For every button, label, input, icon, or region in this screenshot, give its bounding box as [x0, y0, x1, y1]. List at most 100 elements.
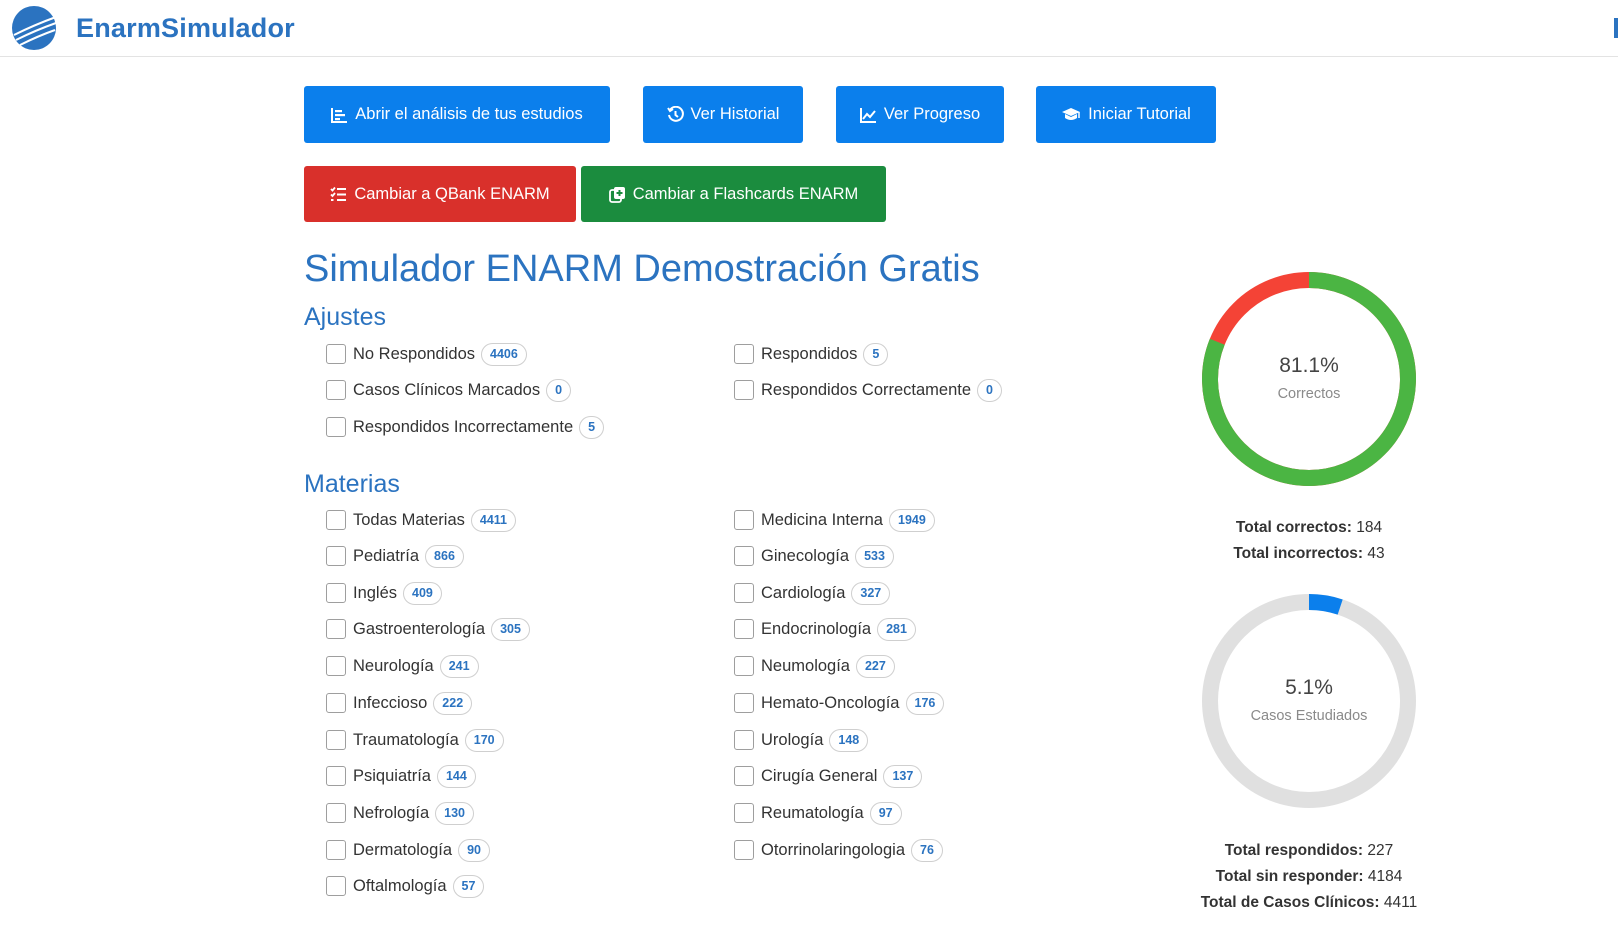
materia-option[interactable]: Nefrología 130	[326, 800, 474, 826]
checkbox[interactable]	[326, 583, 346, 603]
line-chart-icon	[859, 107, 876, 123]
history-button[interactable]: Ver Historial	[643, 86, 803, 143]
checkbox[interactable]	[734, 546, 754, 566]
ajustes-option-no-respondidos[interactable]: No Respondidos 4406	[326, 341, 527, 367]
checkbox[interactable]	[734, 803, 754, 823]
materia-option[interactable]: Endocrinología 281	[734, 616, 916, 642]
option-label: Todas Materias	[353, 510, 465, 529]
checkbox[interactable]	[326, 766, 346, 786]
option-label: Nefrología	[353, 803, 430, 822]
checkbox[interactable]	[326, 510, 346, 530]
donut-remainder-arc	[1202, 594, 1416, 808]
materia-option[interactable]: Psiquiatría 144	[326, 763, 476, 789]
tasks-icon	[330, 186, 347, 201]
option-label: Hemato-Oncología	[761, 693, 900, 712]
materia-option[interactable]: Inglés 409	[326, 580, 442, 606]
checkbox[interactable]	[734, 730, 754, 750]
checkbox[interactable]	[734, 656, 754, 676]
materia-option[interactable]: Urología 148	[734, 727, 869, 753]
checkbox[interactable]	[734, 344, 754, 364]
materia-option[interactable]: Reumatología 97	[734, 800, 902, 826]
materia-option[interactable]: Neurología 241	[326, 653, 479, 679]
option-label: Urología	[761, 730, 824, 749]
checkbox[interactable]	[734, 380, 754, 400]
brand-name[interactable]: EnarmSimulador	[76, 13, 295, 44]
checkbox[interactable]	[734, 840, 754, 860]
progress-button[interactable]: Ver Progreso	[836, 86, 1004, 143]
option-label: Gastroenterología	[353, 619, 486, 638]
checkbox[interactable]	[326, 803, 346, 823]
total-cases-line: Total de Casos Clínicos: 4411	[1144, 894, 1474, 912]
count-badge: 281	[877, 617, 916, 641]
materia-option[interactable]: Neumología 227	[734, 653, 895, 679]
tutorial-button-label: Iniciar Tutorial	[1088, 105, 1191, 123]
materia-option[interactable]: Otorrinolaringologia 76	[734, 837, 943, 863]
history-button-label: Ver Historial	[690, 105, 780, 123]
materia-option[interactable]: Traumatología 170	[326, 727, 504, 753]
flashcards-button[interactable]: Cambiar a Flashcards ENARM	[581, 166, 886, 222]
checkbox[interactable]	[326, 546, 346, 566]
materia-option[interactable]: Cardiología 327	[734, 580, 891, 606]
checkbox[interactable]	[326, 876, 346, 896]
total-unanswered-line: Total sin responder: 4184	[1144, 868, 1474, 886]
logo-icon[interactable]	[10, 5, 58, 51]
option-label: No Respondidos	[353, 344, 475, 363]
checkbox[interactable]	[326, 380, 346, 400]
flashcards-icon	[608, 186, 625, 203]
analysis-button[interactable]: Abrir el análisis de tus estudios	[304, 86, 610, 143]
ajustes-option-incorrectamente[interactable]: Respondidos Incorrectamente 5	[326, 414, 605, 440]
page-title: Simulador ENARM Demostración Gratis	[304, 248, 980, 290]
count-badge: 4411	[470, 508, 517, 532]
materia-option[interactable]: Dermatología 90	[326, 837, 490, 863]
total-correct-line: Total correctos: 184	[1144, 519, 1474, 537]
checkbox[interactable]	[326, 840, 346, 860]
count-badge: 222	[433, 691, 473, 715]
count-badge: 90	[458, 838, 490, 862]
count-badge: 144	[436, 764, 476, 788]
materia-option[interactable]: Pediatría 866	[326, 543, 464, 569]
option-label: Neurología	[353, 656, 434, 675]
checkbox[interactable]	[734, 766, 754, 786]
count-badge: 57	[452, 874, 485, 898]
materia-option[interactable]: Ginecología 533	[734, 543, 894, 569]
checkbox[interactable]	[734, 619, 754, 639]
count-badge: 866	[425, 544, 464, 568]
correct-percent-label: Correctos	[1277, 386, 1341, 402]
ajustes-option-respondidos[interactable]: Respondidos 5	[734, 341, 889, 367]
ajustes-option-marcados[interactable]: Casos Clínicos Marcados 0	[326, 377, 572, 403]
ajustes-option-correctamente[interactable]: Respondidos Correctamente 0	[734, 377, 1002, 403]
correct-percent: 81.1%	[1279, 354, 1339, 377]
qbank-button[interactable]: Cambiar a QBank ENARM	[304, 166, 576, 222]
studied-percent: 5.1%	[1285, 676, 1333, 699]
checkbox[interactable]	[326, 693, 346, 713]
materia-option[interactable]: Medicina Interna 1949	[734, 507, 935, 533]
checkbox[interactable]	[326, 619, 346, 639]
count-badge: 176	[905, 691, 945, 715]
count-badge: 0	[546, 378, 572, 402]
flashcards-button-label: Cambiar a Flashcards ENARM	[632, 184, 859, 203]
materia-option[interactable]: Gastroenterología 305	[326, 616, 530, 642]
checkbox[interactable]	[326, 730, 346, 750]
studied-percent-label: Casos Estudiados	[1250, 708, 1368, 724]
checkbox[interactable]	[326, 344, 346, 364]
option-label: Ginecología	[761, 546, 850, 565]
materia-option[interactable]: Infeccioso 222	[326, 690, 473, 716]
count-badge: 76	[911, 838, 943, 862]
checkbox[interactable]	[734, 693, 754, 713]
stat-label: Total sin responder:	[1215, 868, 1364, 885]
checkbox[interactable]	[326, 417, 346, 437]
option-label: Dermatología	[353, 840, 453, 859]
materia-option[interactable]: Todas Materias 4411	[326, 507, 517, 533]
checkbox[interactable]	[734, 510, 754, 530]
option-label: Casos Clínicos Marcados	[353, 380, 541, 399]
checkbox[interactable]	[734, 583, 754, 603]
materia-option[interactable]: Hemato-Oncología 176	[734, 690, 945, 716]
option-label: Oftalmología	[353, 876, 447, 895]
checkbox[interactable]	[326, 656, 346, 676]
materia-option[interactable]: Cirugía General 137	[734, 763, 923, 789]
tutorial-button[interactable]: Iniciar Tutorial	[1036, 86, 1216, 143]
stat-value: 43	[1367, 545, 1385, 562]
option-label: Reumatología	[761, 803, 864, 822]
materia-option[interactable]: Oftalmología 57	[326, 873, 485, 899]
count-badge: 5	[863, 342, 889, 366]
